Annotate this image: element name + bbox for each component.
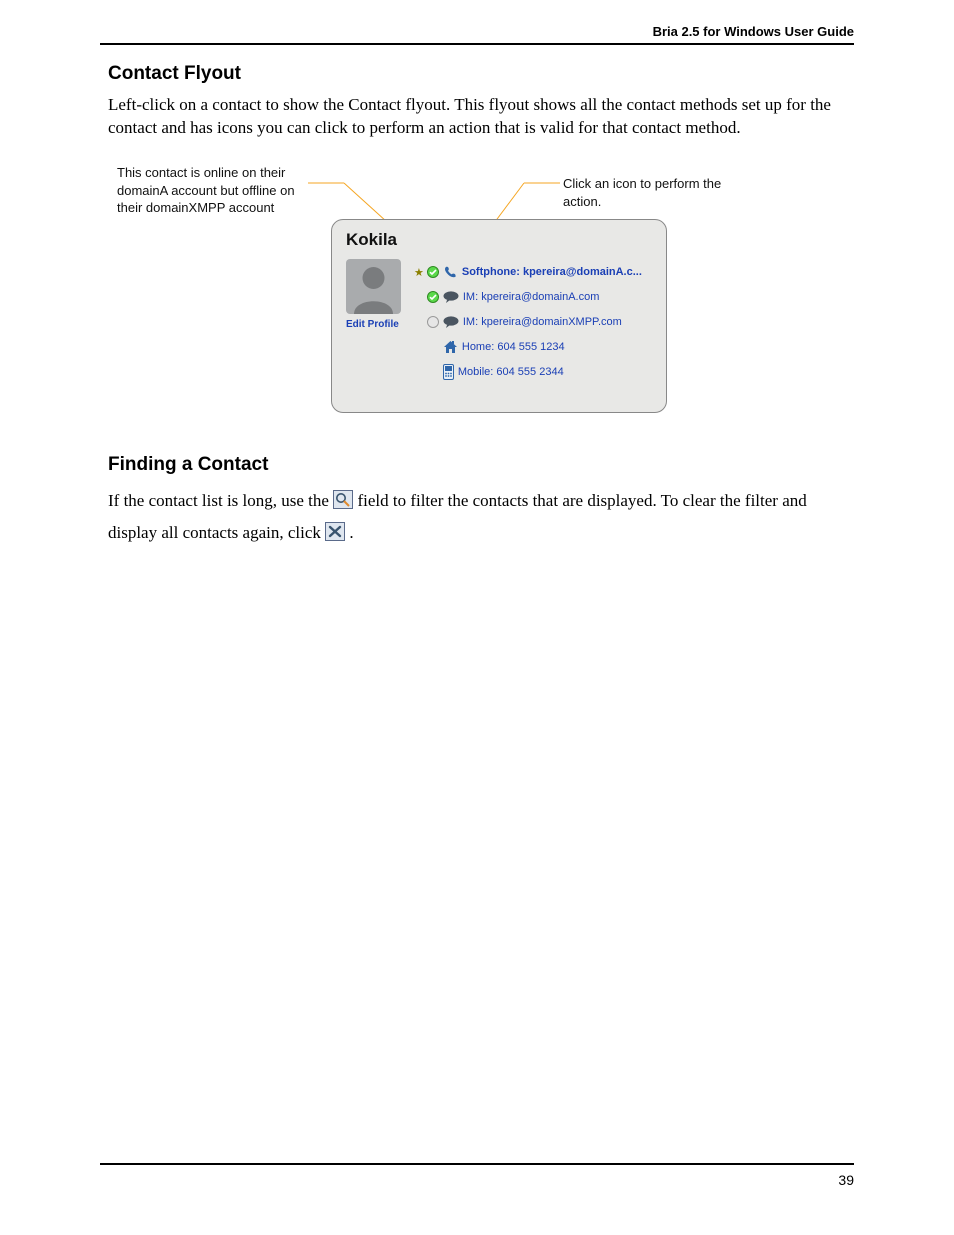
callout-right: Click an icon to perform the action. (563, 175, 763, 210)
callout-left: This contact is online on their domainA … (117, 164, 302, 217)
doc-header-title: Bria 2.5 for Windows User Guide (653, 24, 854, 39)
contact-method-label: Home: 604 555 1234 (462, 341, 656, 353)
avatar (346, 259, 401, 314)
contact-flyout: Kokila Edit Profile ★ Softphone: kpereir… (331, 219, 667, 413)
contact-method-label: IM: kpereira@domainA.com (463, 291, 656, 303)
section2-heading: Finding a Contact (108, 454, 268, 476)
star-icon: ★ (414, 266, 424, 279)
presence-online-icon (427, 266, 439, 278)
contact-method-home[interactable]: ★ Home: 604 555 1234 (414, 337, 656, 357)
contact-method-label: Softphone: kpereira@domainA.c... (462, 266, 656, 278)
contact-method-im-a[interactable]: ★ IM: kpereira@domainA.com (414, 287, 656, 307)
presence-offline-icon (427, 316, 439, 328)
close-icon (325, 522, 345, 541)
edit-profile-link[interactable]: Edit Profile (346, 319, 416, 330)
contact-method-label: Mobile: 604 555 2344 (458, 366, 656, 378)
section1-body: Left-click on a contact to show the Cont… (108, 94, 848, 140)
section2-body-post: . (349, 523, 353, 542)
section2-body-pre: If the contact list is long, use the (108, 491, 333, 510)
chat-bubble-icon (443, 291, 459, 303)
contact-method-label: IM: kpereira@domainXMPP.com (463, 316, 656, 328)
contact-method-mobile[interactable]: ★ Mobile: 604 555 2344 (414, 362, 656, 382)
section1-heading: Contact Flyout (108, 63, 241, 85)
section2-body: If the contact list is long, use the fie… (108, 485, 848, 550)
mobile-icon (443, 364, 454, 380)
search-icon (333, 490, 353, 509)
contact-method-im-xmpp[interactable]: ★ IM: kpereira@domainXMPP.com (414, 312, 656, 332)
page-number: 39 (838, 1172, 854, 1188)
contact-method-softphone[interactable]: ★ Softphone: kpereira@domainA.c... (414, 262, 656, 282)
header-rule (100, 43, 854, 45)
home-icon (443, 340, 458, 354)
chat-bubble-icon (443, 316, 459, 328)
footer-rule (100, 1163, 854, 1165)
presence-online-icon (427, 291, 439, 303)
contact-name: Kokila (346, 230, 397, 250)
phone-icon (443, 265, 458, 280)
